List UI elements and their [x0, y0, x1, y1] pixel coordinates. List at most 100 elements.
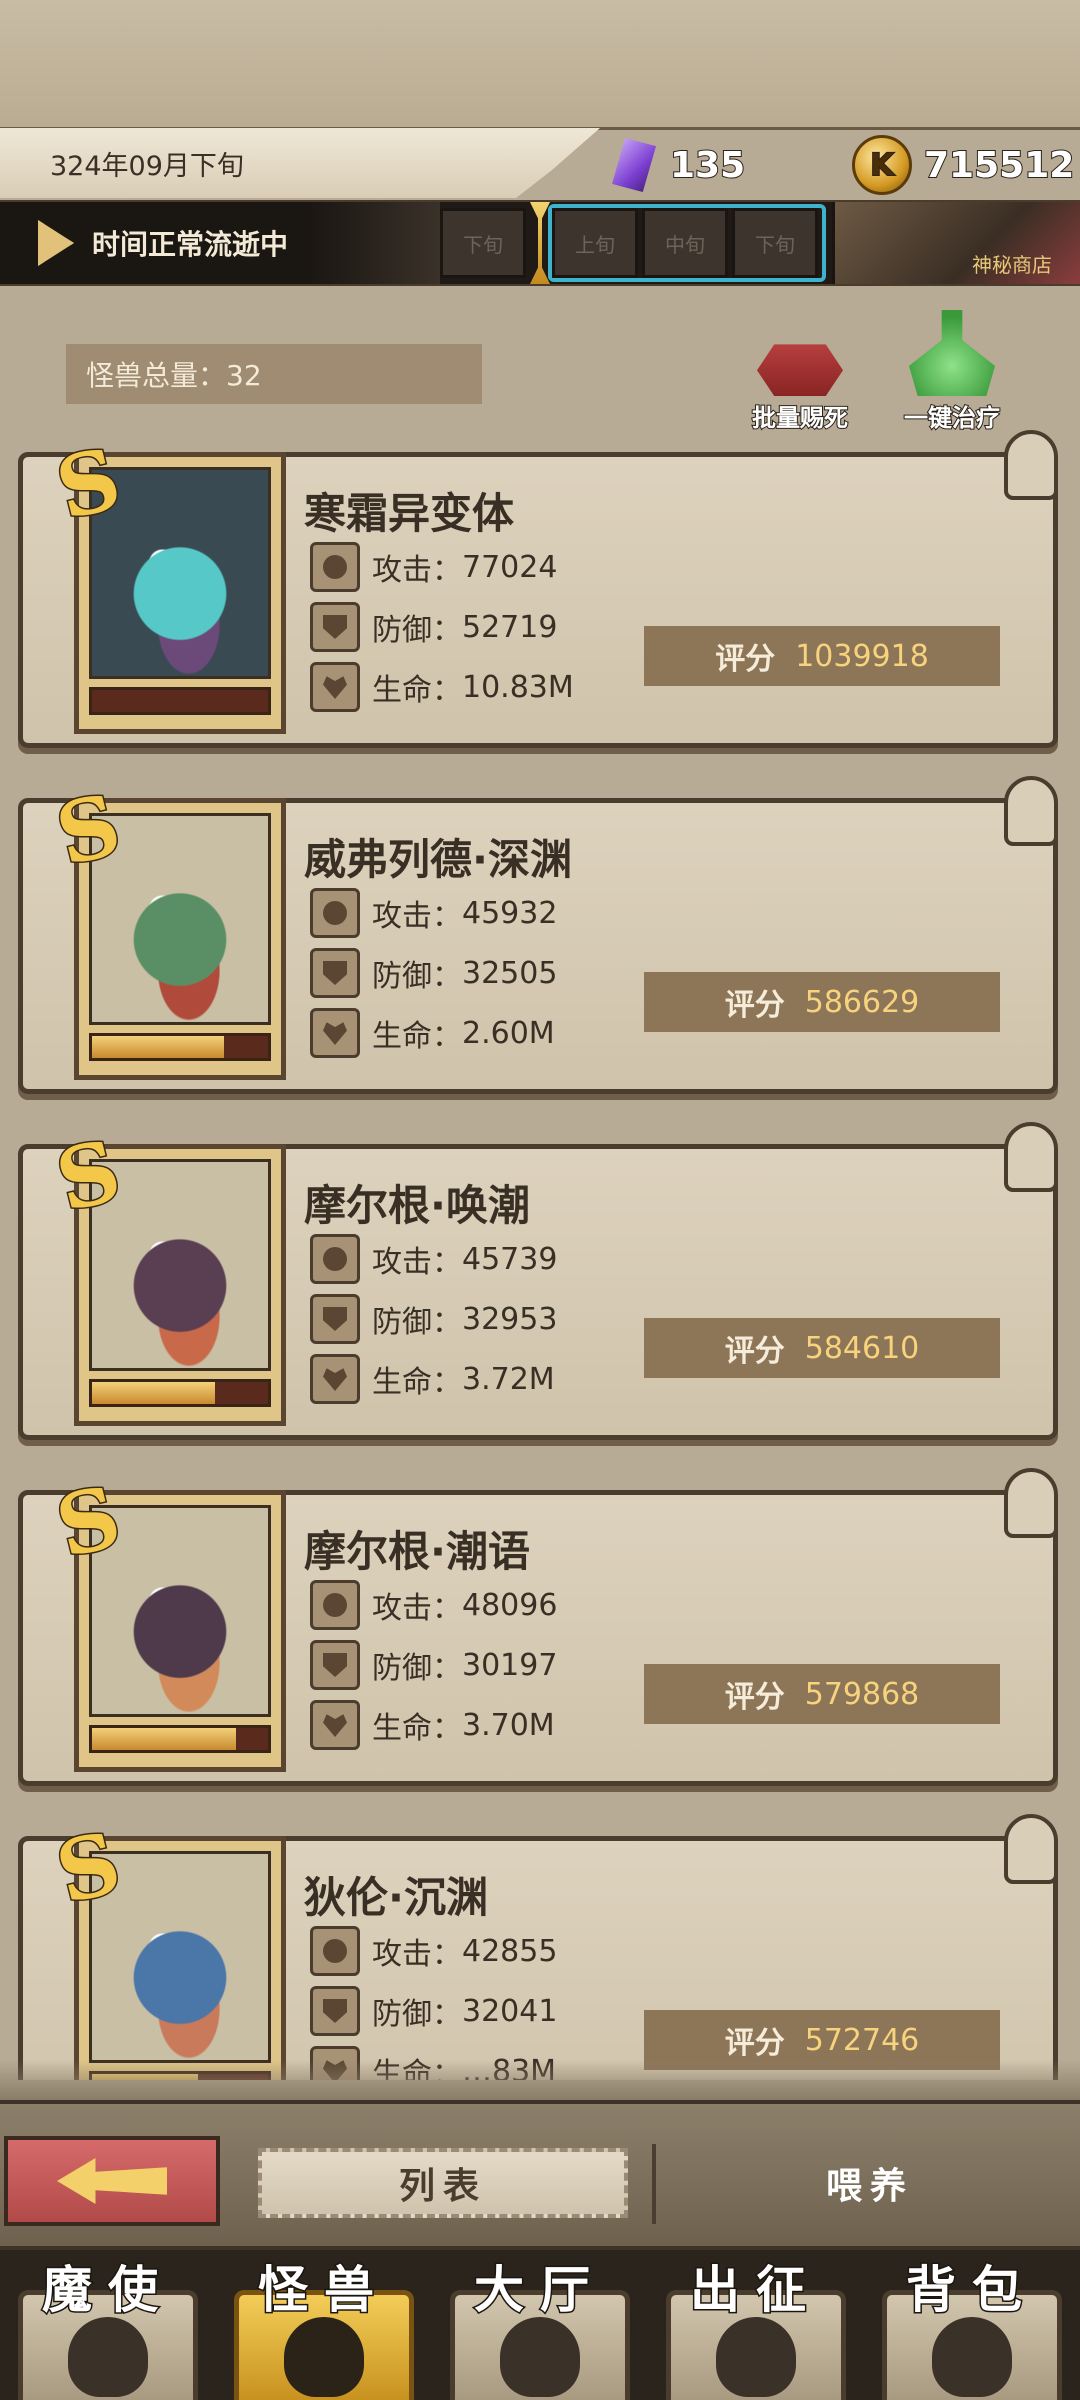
monster-total: 怪兽总量：32 [66, 344, 482, 404]
monster-card[interactable]: S 寒霜异变体 攻击： 77024 防御： 52719 生命： 10.83M 评… [18, 430, 1058, 748]
tab-list[interactable]: 列表 [258, 2148, 628, 2218]
back-button[interactable] [4, 2136, 220, 2226]
list-fade [0, 2060, 1080, 2100]
score-label: 评分 [715, 642, 776, 677]
top-frame [0, 0, 1080, 130]
monster-name: 威弗列德·深渊 [304, 835, 572, 884]
monster-progress-fill [92, 1382, 216, 1404]
heart-icon [310, 1354, 360, 1404]
attack-value: 45739 [462, 1241, 558, 1277]
play-icon [38, 220, 74, 266]
time-bar: 时间正常流逝中 下旬 上旬 中旬 下旬 神秘商店 [0, 200, 1080, 286]
score-value: 572746 [804, 2022, 920, 2058]
defense-stat: 防御： 32953 [310, 1294, 557, 1344]
paw-icon [310, 1234, 360, 1284]
defense-label: 防御： [372, 959, 462, 994]
monster-total-label: 怪兽总量：32 [86, 359, 262, 392]
monster-progress-bar [89, 1725, 271, 1753]
attack-value: 48096 [462, 1587, 558, 1623]
back-arrow-icon [57, 2158, 167, 2204]
attack-value: 42855 [462, 1933, 558, 1969]
life-value: 2.60M [462, 1015, 555, 1051]
paw-icon [310, 1580, 360, 1630]
score-box: 评分 1039918 [644, 626, 1000, 686]
monster-card[interactable]: S 摩尔根·唤潮 攻击： 45739 防御： 32953 生命： 3.72M 评… [18, 1119, 1058, 1440]
scroll-curl-icon [1004, 776, 1058, 846]
monster-list[interactable]: S 寒霜异变体 攻击： 77024 防御： 52719 生命： 10.83M 评… [0, 430, 1080, 2080]
life-label: 生命： [372, 1711, 462, 1746]
attack-stat: 攻击： 42855 [310, 1926, 557, 1976]
nav-emblem-icon [932, 2317, 1012, 2397]
score-label: 评分 [724, 1334, 785, 1369]
score-box: 评分 586629 [644, 972, 1000, 1032]
attack-value: 77024 [462, 549, 558, 585]
defense-label: 防御： [372, 1997, 462, 2032]
heal-all-button[interactable]: 一键治疗 [892, 310, 1012, 433]
attack-label: 攻击： [372, 899, 462, 934]
life-label: 生命： [372, 1019, 462, 1054]
mystery-shop-button[interactable]: 神秘商店 [832, 202, 1080, 284]
time-slot: 中旬 [642, 208, 728, 278]
monster-name: 狄伦·沉渊 [304, 1873, 488, 1922]
nav-item[interactable]: 怪兽 [216, 2250, 432, 2400]
score-value: 586629 [804, 984, 920, 1020]
nav-item[interactable]: 大厅 [432, 2250, 648, 2400]
heal-all-label: 一键治疗 [903, 403, 1001, 433]
defense-value: 32953 [462, 1301, 558, 1337]
nav-item[interactable]: 魔使 [0, 2250, 216, 2400]
nav-item[interactable]: 背包 [864, 2250, 1080, 2400]
batch-kill-button[interactable]: 批量赐死 [740, 310, 860, 433]
time-slot: 下旬 [440, 208, 526, 278]
game-date: 324年09月下旬 [50, 150, 244, 182]
monster-name: 摩尔根·唤潮 [304, 1181, 530, 1230]
monster-card[interactable]: S 摩尔根·潮语 攻击： 48096 防御： 30197 生命： 3.70M 评… [18, 1465, 1058, 1786]
monster-card[interactable]: S 威弗列德·深渊 攻击： 45932 防御： 32505 生命： 2.60M … [18, 773, 1058, 1094]
time-slot: 下旬 [732, 208, 818, 278]
monster-card[interactable]: S 狄伦·沉渊 攻击： 42855 防御： 32041 生命： …83M 评分 … [18, 1811, 1058, 2080]
date-banner: 324年09月下旬 [0, 128, 600, 198]
score-label: 评分 [724, 988, 785, 1023]
nav-emblem-icon [716, 2317, 796, 2397]
mystery-shop-label: 神秘商店 [972, 253, 1052, 277]
defense-label: 防御： [372, 1305, 462, 1340]
life-value: 10.83M [462, 669, 574, 705]
main-nav: 魔使 怪兽 大厅 出征 背包 [0, 2250, 1080, 2400]
crystal-icon [612, 138, 656, 192]
scroll-curl-icon [1004, 1814, 1058, 1884]
defense-value: 52719 [462, 609, 558, 645]
nav-label: 怪兽 [257, 2260, 390, 2321]
coffin-icon [757, 344, 843, 396]
shield-icon [310, 948, 360, 998]
crystal-counter[interactable]: 135 [612, 132, 746, 198]
nav-emblem-icon [500, 2317, 580, 2397]
paw-icon [310, 888, 360, 938]
attack-label: 攻击： [372, 1937, 462, 1972]
nav-label: 背包 [905, 2260, 1038, 2321]
attack-label: 攻击： [372, 1591, 462, 1626]
paw-icon [310, 1926, 360, 1976]
monster-progress-fill [92, 1036, 224, 1058]
time-marker-icon [530, 202, 550, 284]
tab-feed[interactable]: 喂养 [660, 2148, 1080, 2218]
tab-divider [652, 2144, 656, 2224]
attack-stat: 攻击： 45932 [310, 888, 557, 938]
nav-emblem-icon [284, 2317, 364, 2397]
coin-counter[interactable]: K 715512 [852, 132, 1075, 198]
heart-icon [310, 662, 360, 712]
shield-icon [310, 1294, 360, 1344]
attack-label: 攻击： [372, 1245, 462, 1280]
defense-label: 防御： [372, 1651, 462, 1686]
time-slot: 上旬 [552, 208, 638, 278]
score-box: 评分 584610 [644, 1318, 1000, 1378]
shield-icon [310, 1640, 360, 1690]
life-label: 生命： [372, 673, 462, 708]
time-toggle-button[interactable]: 时间正常流逝中 [0, 202, 440, 284]
score-value: 584610 [804, 1330, 920, 1366]
attack-stat: 攻击： 45739 [310, 1234, 557, 1284]
attack-stat: 攻击： 48096 [310, 1580, 557, 1630]
nav-item[interactable]: 出征 [648, 2250, 864, 2400]
defense-stat: 防御： 32505 [310, 948, 557, 998]
monster-progress-bar [89, 1379, 271, 1407]
monster-progress-bar [89, 1033, 271, 1061]
score-value: 1039918 [795, 638, 929, 674]
